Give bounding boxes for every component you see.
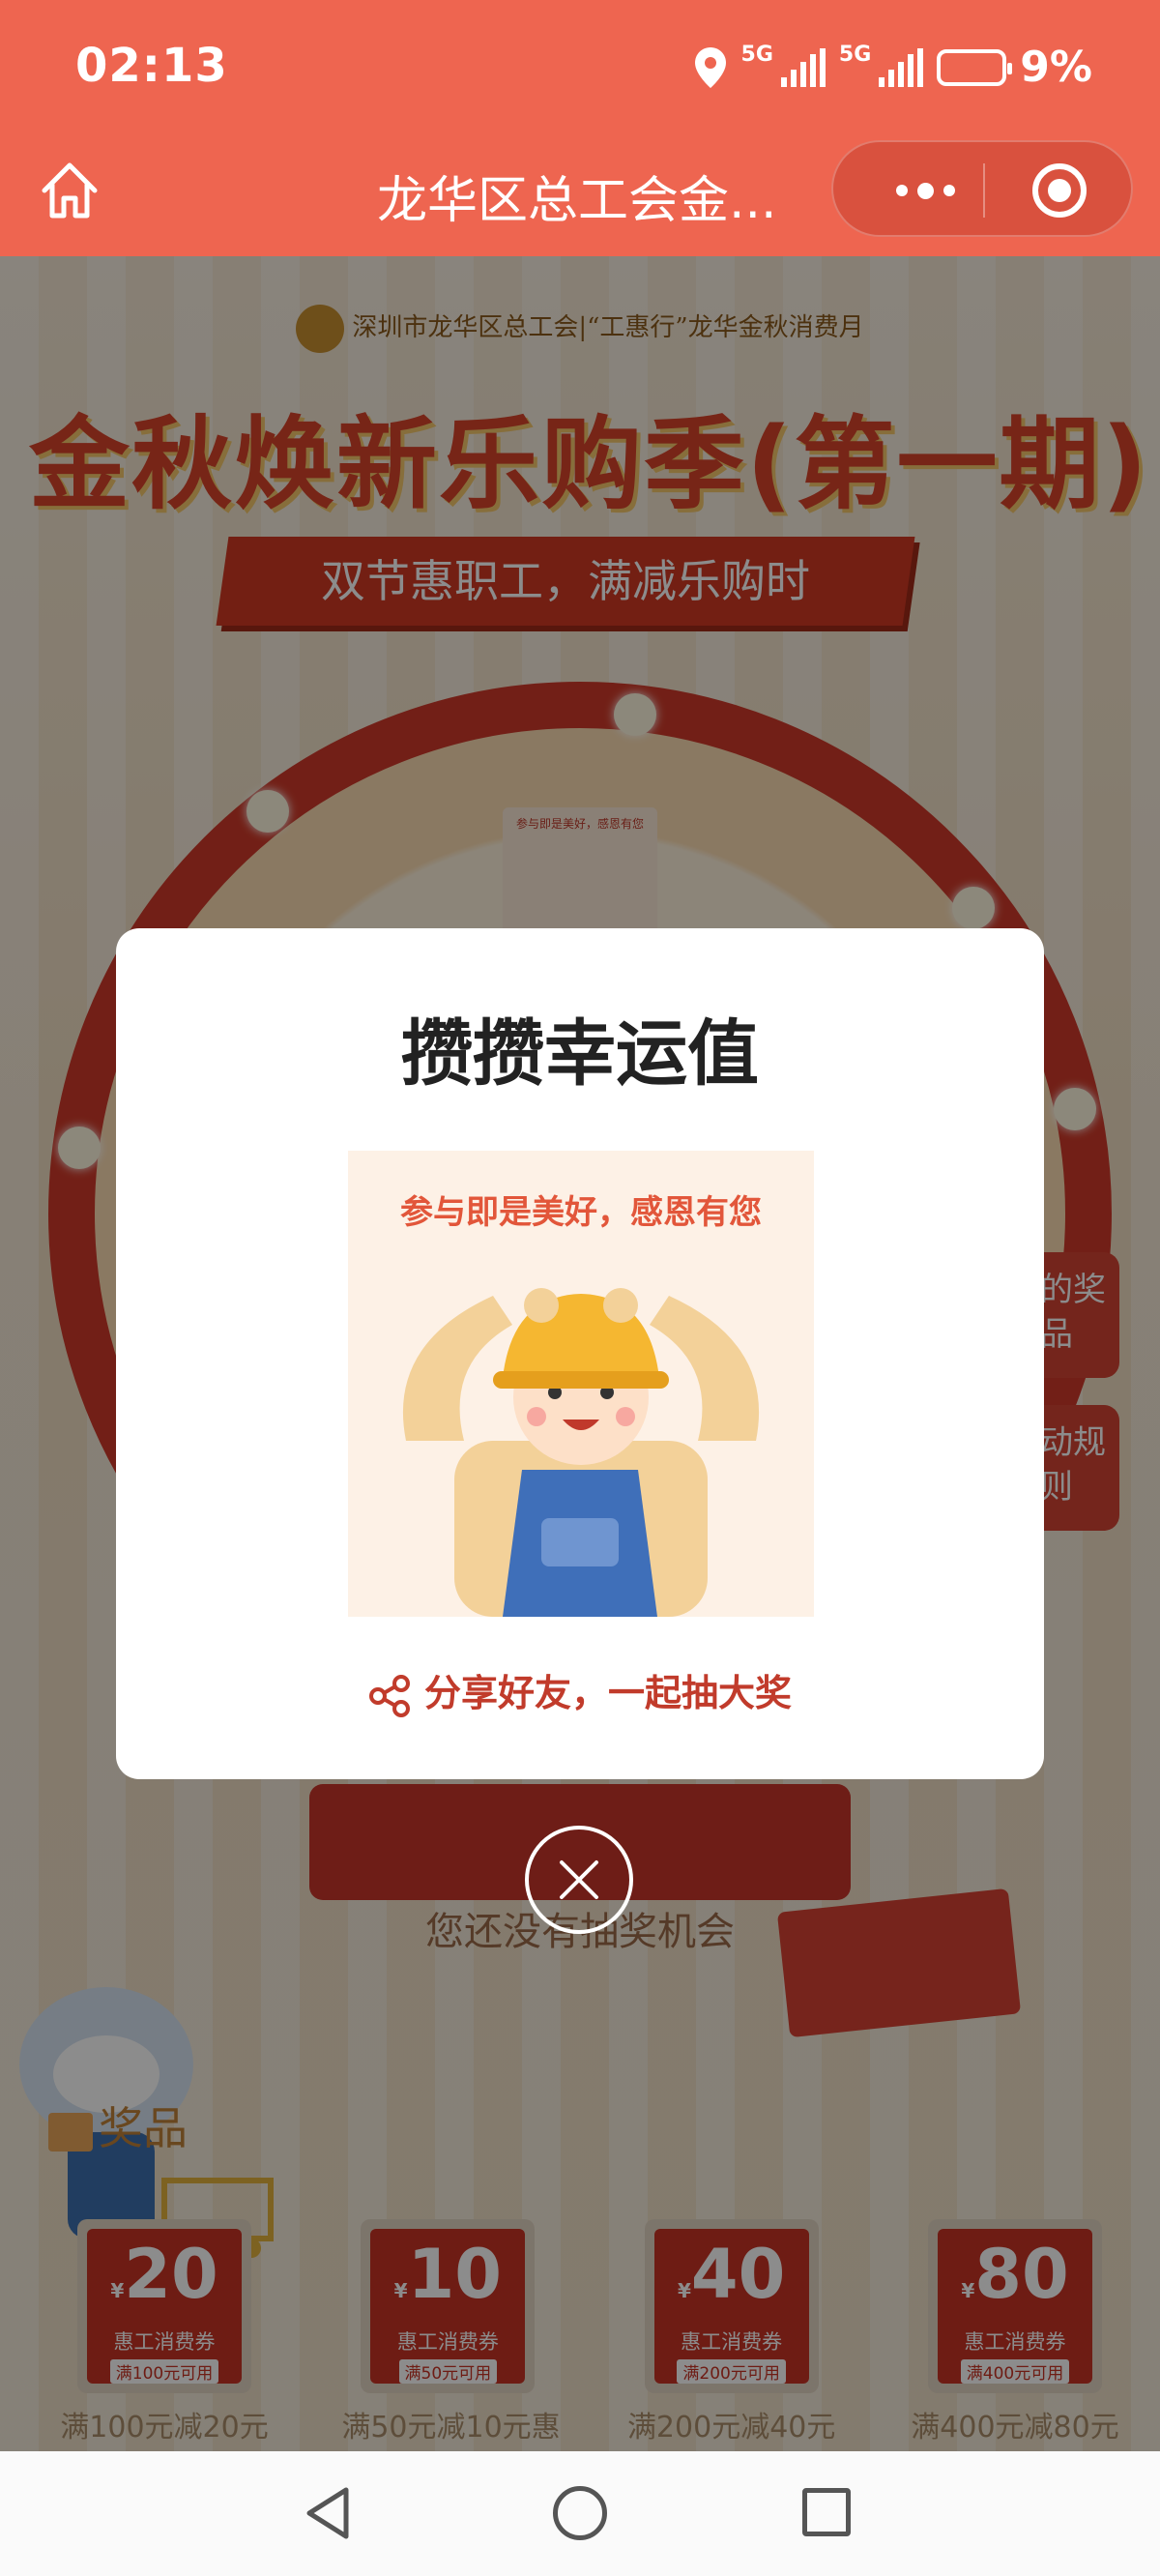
capsule-divider bbox=[983, 163, 985, 218]
battery-percent: 9% bbox=[1020, 43, 1092, 92]
close-icon bbox=[560, 1860, 598, 1899]
location-icon bbox=[694, 46, 726, 88]
modal-title: 攒攒幸运值 bbox=[401, 1012, 759, 1096]
system-nav-bar bbox=[0, 2451, 1160, 2576]
share-label: 分享好友，一起抽大奖 bbox=[423, 1672, 792, 1714]
home-nav-icon[interactable] bbox=[553, 2486, 607, 2540]
network-label-1: 5G bbox=[740, 43, 773, 67]
battery-icon bbox=[937, 48, 1013, 86]
back-icon[interactable] bbox=[300, 2484, 358, 2542]
page-title: 龙华区总工会金... bbox=[377, 172, 777, 230]
home-icon bbox=[42, 162, 98, 219]
mini-program-capsule bbox=[831, 140, 1133, 237]
home-button[interactable] bbox=[35, 156, 104, 225]
more-button[interactable] bbox=[872, 142, 978, 239]
status-time: 02:13 bbox=[75, 39, 228, 93]
share-button[interactable]: 分享好友，一起抽大奖 bbox=[116, 1663, 1044, 1717]
title-bar: 龙华区总工会金... bbox=[0, 140, 1160, 256]
signal-icon-1 bbox=[780, 47, 826, 87]
recent-apps-icon[interactable] bbox=[802, 2488, 851, 2536]
status-icons: 5G 5G 9% bbox=[693, 43, 1092, 92]
close-miniprogram-button[interactable] bbox=[1032, 163, 1087, 218]
close-modal-button[interactable] bbox=[525, 1826, 633, 1934]
worker-icon bbox=[402, 1288, 760, 1617]
status-bar: 02:13 5G 5G 9% bbox=[0, 0, 1160, 140]
luck-modal: 攒攒幸运值 参与即是美好，感恩有您 分享好友，一起抽大奖 bbox=[116, 928, 1044, 1779]
network-label-2: 5G bbox=[838, 43, 872, 67]
thanks-illustration: 参与即是美好，感恩有您 bbox=[348, 1151, 814, 1617]
share-icon bbox=[368, 1674, 410, 1717]
signal-icon-2 bbox=[879, 47, 924, 87]
